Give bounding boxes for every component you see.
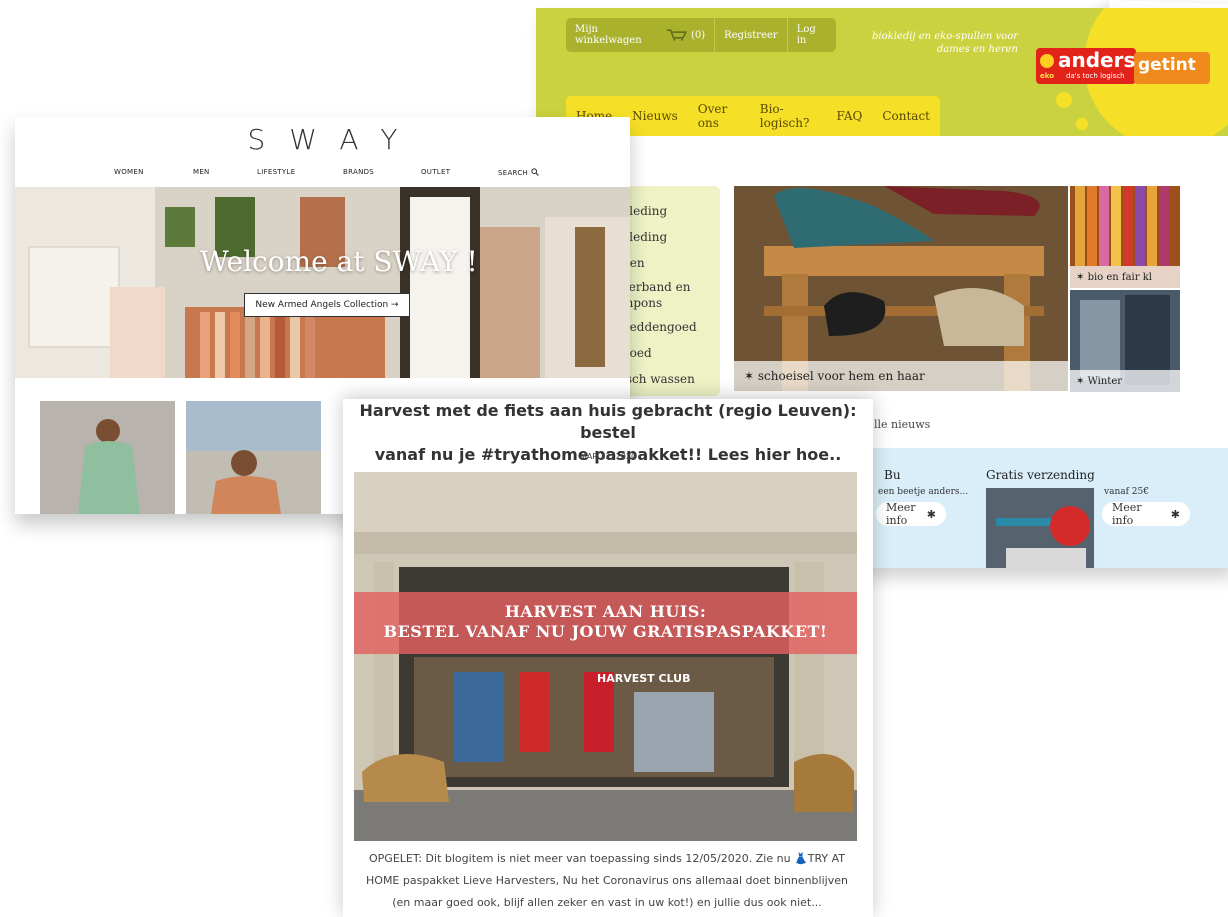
news-title: Gratis verzending <box>986 468 1095 482</box>
cart-icon <box>667 29 687 41</box>
winter-photo[interactable]: ✶ Winter <box>1070 290 1180 392</box>
sun-dot <box>1136 14 1148 26</box>
anders-header: Mijn winkelwagen (0) Registreer Log in b… <box>536 8 1228 136</box>
bike-photo[interactable] <box>986 488 1094 568</box>
nav-bio-logisch[interactable]: Bio-logisch? <box>750 102 827 130</box>
more-info-button[interactable]: Meer info ✱ <box>1102 501 1190 527</box>
shoes-caption: ✶ schoeisel voor hem en haar <box>734 361 1068 391</box>
nav-outlet[interactable]: OUTLET <box>421 168 450 176</box>
post-date: MAR 22, 2020 <box>579 452 637 461</box>
tagline-line: biokledij en eko-spullen voor <box>872 31 1018 42</box>
category-item[interactable]: beddengoed <box>622 320 697 334</box>
star-icon: ✶ <box>744 369 758 383</box>
star-icon: ✱ <box>1163 507 1180 521</box>
shop-sign: HARVEST CLUB <box>597 672 691 685</box>
logo-sun-icon <box>1040 54 1054 68</box>
sun-dot <box>1076 118 1088 130</box>
all-news-link[interactable]: lle nieuws <box>874 418 930 431</box>
tagline: biokledij en eko-spullen voor dames en h… <box>858 30 1018 56</box>
nav-contact[interactable]: Contact <box>872 109 940 123</box>
cart-count: (0) <box>690 29 706 41</box>
logo-word-getint: getint <box>1138 55 1196 75</box>
shopfront-image <box>354 472 857 841</box>
more-info-button[interactable]: Meer info ✱ <box>876 501 946 527</box>
logo-word-anders: anders <box>1058 48 1136 72</box>
post-excerpt: OPGELET: Dit blogitem is niet meer van t… <box>357 848 857 914</box>
product-thumb[interactable] <box>40 401 175 514</box>
star-icon: ✶ <box>1076 375 1088 387</box>
logo-eko: eko <box>1040 72 1055 80</box>
nav-faq[interactable]: FAQ <box>827 109 873 123</box>
harvest-screenshot: Harvest met de fiets aan huis gebracht (… <box>343 399 873 917</box>
nav-lifestyle[interactable]: LIFESTYLE <box>257 168 295 176</box>
nav-brands[interactable]: BRANDS <box>343 168 374 176</box>
more-info-label: Meer info <box>886 501 916 527</box>
store-interior-image <box>15 187 630 378</box>
clothing-rack-photo[interactable]: ✶ bio en fair kl <box>1070 186 1180 288</box>
excerpt-line: HOME paspakket Lieve Harvesters, Nu het … <box>366 874 848 887</box>
star-icon: ✱ <box>919 507 936 521</box>
news-text: een beetje anders... <box>878 487 969 497</box>
shoes-photo[interactable]: ✶ schoeisel voor hem en haar <box>734 186 1068 391</box>
sun-dot <box>1056 92 1072 108</box>
search-icon <box>531 168 539 176</box>
tagline-line: dames en heren <box>936 44 1018 55</box>
post-title-line: Harvest met de fiets aan huis gebracht (… <box>359 401 857 442</box>
register-link[interactable]: Registreer <box>715 18 788 52</box>
nav-over-ons[interactable]: Over ons <box>688 102 750 130</box>
sway-logo[interactable]: SWAY <box>15 123 630 156</box>
login-link[interactable]: Log in <box>788 18 836 52</box>
cart-label: Mijn winkelwagen <box>575 24 642 46</box>
nav-nieuws[interactable]: Nieuws <box>622 109 688 123</box>
armed-angels-button[interactable]: New Armed Angels Collection → <box>244 293 410 317</box>
account-bar: Mijn winkelwagen (0) Registreer Log in <box>566 18 836 52</box>
news-panel: Bu een beetje anders... Meer info ✱ Grat… <box>862 448 1228 568</box>
promo-line: HARVEST AAN HUIS: <box>504 602 707 621</box>
promo-line: BESTEL VANAF NU JOUW GRATISPASPAKKET! <box>383 622 828 641</box>
search-label: SEARCH <box>498 169 529 177</box>
anders-getint-logo[interactable]: anders getint eko da's toch logisch <box>1036 48 1210 88</box>
nav-search[interactable]: SEARCH <box>498 168 539 177</box>
more-info-label: Meer info <box>1112 501 1142 527</box>
rack-caption: ✶ bio en fair kl <box>1070 266 1180 288</box>
cart-link[interactable]: Mijn winkelwagen (0) <box>566 18 716 52</box>
category-item[interactable]: verband en <box>622 280 691 294</box>
hero-banner: Welcome at SWAY ! New Armed Angels Colle… <box>15 187 630 378</box>
excerpt-line: (en maar goed ook, blijf allen zeker en … <box>392 896 822 909</box>
sun-dot <box>1166 120 1180 134</box>
bike-image <box>986 488 1094 568</box>
model-photo <box>186 401 321 514</box>
nav-women[interactable]: WOMEN <box>114 168 144 176</box>
news-text: vanaf 25€ <box>1104 487 1149 497</box>
nav-men[interactable]: MEN <box>193 168 210 176</box>
promo-banner: HARVEST AAN HUIS: BESTEL VANAF NU JOUW G… <box>354 592 857 654</box>
model-photo <box>40 401 175 514</box>
shopfront-photo[interactable]: HARVEST AAN HUIS: BESTEL VANAF NU JOUW G… <box>354 472 857 841</box>
hero-title: Welcome at SWAY ! <box>200 245 478 278</box>
category-item[interactable]: isch wassen <box>622 372 695 386</box>
shoes-caption-text: schoeisel voor hem en haar <box>757 369 925 383</box>
excerpt-line: OPGELET: Dit blogitem is niet meer van t… <box>369 852 845 865</box>
winter-caption-text: Winter <box>1087 375 1123 387</box>
rack-caption-text: bio en fair kl <box>1087 271 1152 283</box>
product-thumb[interactable] <box>186 401 321 514</box>
logo-slogan: da's toch logisch <box>1066 72 1125 80</box>
winter-caption: ✶ Winter <box>1070 370 1180 392</box>
news-title: Bu <box>884 468 901 482</box>
star-icon: ✶ <box>1076 271 1088 283</box>
